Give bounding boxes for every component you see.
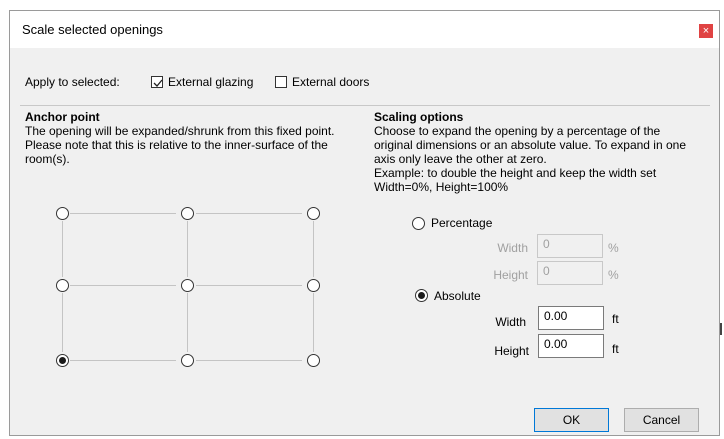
anchor-middle-center-radio[interactable] [181, 279, 194, 292]
grid-line [187, 221, 188, 277]
external-doors-checkbox[interactable] [275, 76, 287, 88]
ok-button[interactable]: OK [534, 408, 609, 432]
absolute-width-label: Width [495, 315, 526, 329]
anchor-bottom-left-radio[interactable] [56, 354, 69, 367]
percentage-height-label: Height [493, 268, 528, 282]
absolute-height-label: Height [494, 344, 529, 358]
grid-line [70, 213, 176, 214]
external-glazing-checkbox[interactable] [151, 76, 163, 88]
absolute-label[interactable]: Absolute [434, 289, 481, 303]
grid-line [70, 285, 176, 286]
checkmark-icon [153, 79, 163, 87]
percentage-label[interactable]: Percentage [431, 216, 492, 230]
grid-line [62, 221, 63, 277]
anchor-top-right-radio[interactable] [307, 207, 320, 220]
scaling-description-line: Choose to expand the opening by a percen… [374, 124, 661, 138]
anchor-bottom-center-radio[interactable] [181, 354, 194, 367]
scaling-description: Choose to expand the opening by a percen… [374, 124, 704, 194]
anchor-point-grid [56, 207, 336, 379]
grid-line [313, 293, 314, 352]
percentage-width-input[interactable]: 0 [537, 234, 603, 258]
absolute-radio[interactable] [415, 289, 428, 302]
anchor-top-center-radio[interactable] [181, 207, 194, 220]
grid-line [62, 293, 63, 352]
scaling-description-line: axis only leave the other at zero. [374, 152, 547, 166]
anchor-heading: Anchor point [25, 110, 100, 124]
dialog-title: Scale selected openings [22, 22, 163, 37]
absolute-height-unit: ft [612, 342, 619, 356]
grid-line [196, 213, 302, 214]
anchor-middle-right-radio[interactable] [307, 279, 320, 292]
anchor-top-left-radio[interactable] [56, 207, 69, 220]
absolute-height-input[interactable]: 0.00 [538, 334, 604, 358]
edge-marker [720, 323, 722, 335]
external-doors-label[interactable]: External doors [292, 75, 369, 89]
percentage-width-unit: % [608, 241, 619, 255]
grid-line [196, 360, 302, 361]
section-divider [20, 105, 710, 106]
external-glazing-label[interactable]: External glazing [168, 75, 253, 89]
scaling-description-line: original dimensions or an absolute value… [374, 138, 686, 152]
absolute-width-unit: ft [612, 312, 619, 326]
scale-openings-dialog: Scale selected openings × Apply to selec… [9, 10, 720, 436]
grid-line [196, 285, 302, 286]
scaling-heading: Scaling options [374, 110, 464, 124]
grid-line [187, 293, 188, 352]
percentage-height-unit: % [608, 268, 619, 282]
anchor-description: The opening will be expanded/shrunk from… [25, 124, 335, 166]
close-icon[interactable]: × [699, 24, 713, 38]
anchor-middle-left-radio[interactable] [56, 279, 69, 292]
percentage-radio[interactable] [412, 217, 425, 230]
scaling-description-line: Example: to double the height and keep t… [374, 166, 657, 180]
percentage-width-label: Width [497, 241, 528, 255]
title-bar: Scale selected openings × [10, 11, 719, 48]
apply-label: Apply to selected: [25, 75, 120, 89]
cancel-button[interactable]: Cancel [624, 408, 699, 432]
scaling-description-line: Width=0%, Height=100% [374, 180, 509, 194]
percentage-height-input[interactable]: 0 [537, 261, 603, 285]
anchor-bottom-right-radio[interactable] [307, 354, 320, 367]
grid-line [70, 360, 176, 361]
absolute-width-input[interactable]: 0.00 [538, 306, 604, 330]
grid-line [313, 221, 314, 277]
